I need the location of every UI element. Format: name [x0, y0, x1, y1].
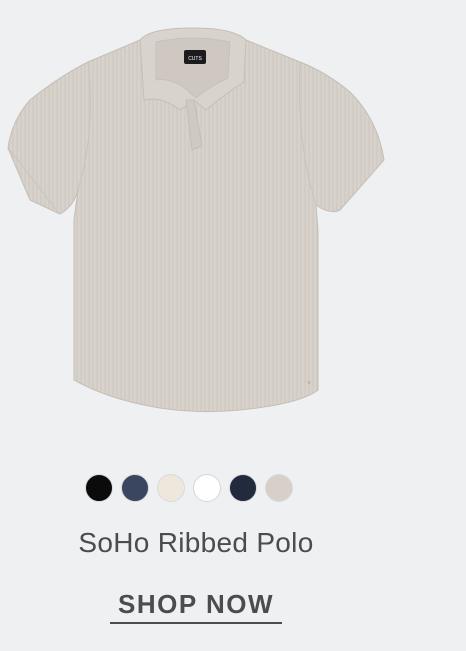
svg-text:×: ×	[307, 380, 311, 387]
product-card: CUTS × SoHo Ribbed Polo SHOP NOW	[0, 0, 466, 651]
svg-text:CUTS: CUTS	[188, 56, 202, 62]
swatch-white[interactable]	[193, 474, 221, 502]
swatch-stone[interactable]	[265, 474, 293, 502]
product-image[interactable]: CUTS ×	[0, 0, 400, 445]
color-swatches	[85, 474, 293, 502]
swatch-cream[interactable]	[157, 474, 185, 502]
product-name[interactable]: SoHo Ribbed Polo	[0, 527, 392, 559]
swatch-dark-navy[interactable]	[229, 474, 257, 502]
shop-now-link[interactable]: SHOP NOW	[110, 589, 282, 624]
swatch-black[interactable]	[85, 474, 113, 502]
swatch-navy[interactable]	[121, 474, 149, 502]
